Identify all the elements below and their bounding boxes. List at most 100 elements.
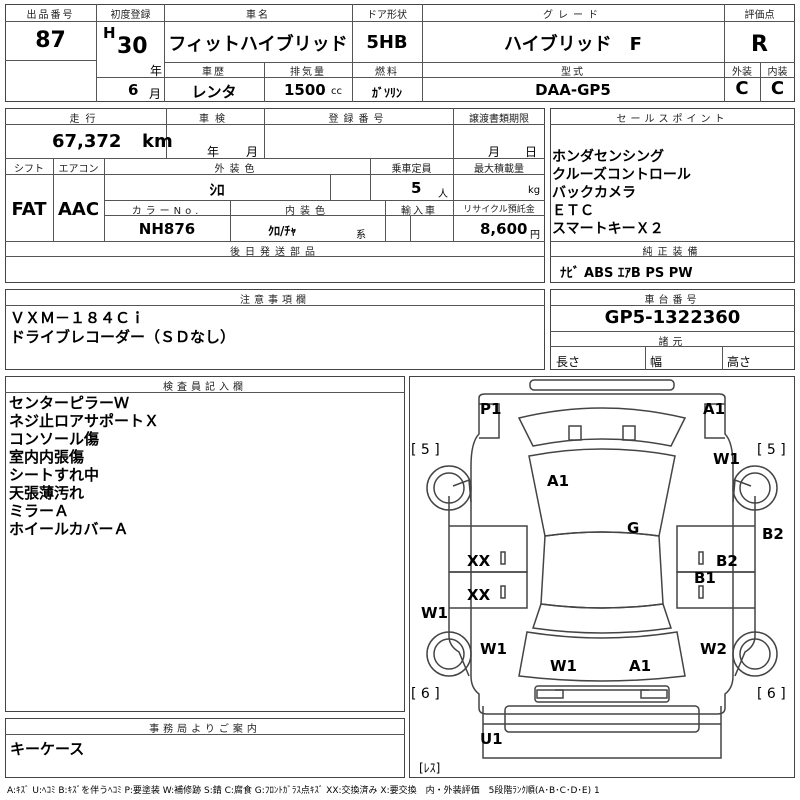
mark-w2-right-rear: W2 — [700, 640, 727, 658]
shift: FAT — [11, 199, 47, 220]
exterior-grade-label: 外装 — [732, 67, 752, 78]
exterior-color: ｼﾛ — [209, 181, 225, 199]
hood — [517, 407, 687, 447]
later-parts-label: 後日発送部品 — [230, 247, 320, 258]
sales-point-item: クルーズコントロール — [552, 167, 691, 183]
mark-w1-left: W1 — [421, 604, 448, 622]
capacity: 5 — [411, 179, 422, 197]
model-code: DAA-GP5 — [535, 81, 611, 99]
mark-xx-left-rear: XX — [467, 586, 491, 604]
sales-point-item: ホンダセンシング — [552, 149, 664, 165]
mark-w1-rear: W1 — [550, 657, 577, 675]
notes-line: ドライブレコーダー（ＳＤなし） — [10, 328, 236, 346]
mark-p1: P1 — [480, 400, 501, 418]
mark-w1-left-rear: W1 — [480, 640, 507, 658]
hatch — [518, 631, 686, 682]
interior-color-label: 内装色 — [285, 206, 330, 217]
month-unit: 月 — [149, 87, 162, 101]
mark-six-left: [ 6 ] — [411, 686, 440, 702]
chassis-number-label: 車台番号 — [644, 295, 701, 306]
chassis-number: GP5-1322360 — [604, 307, 741, 328]
mileage-label: 走行 — [69, 114, 102, 125]
mark-g: G — [627, 519, 639, 537]
sales-point-item: バックカメラ — [552, 185, 636, 201]
notes-label: 注意事項欄 — [240, 295, 310, 306]
notes-text: ＶＸＭ－１８４Ｃｉ ドライブレコーダー（ＳＤなし） — [10, 309, 235, 347]
door-label: ドア形状 — [367, 10, 407, 21]
inspector-line: ネジ止ロアサポートＸ — [9, 412, 160, 430]
color-number-label: カラーNo. — [131, 206, 203, 217]
car-name-label: 車名 — [246, 10, 270, 21]
registration-number-label: 登録番号 — [328, 114, 389, 125]
length-label: 長さ — [556, 355, 581, 369]
recycle-unit: 円 — [530, 230, 540, 241]
mark-five-right: [ 5 ] — [757, 442, 786, 458]
equipment-label: 純正装備 — [642, 247, 703, 258]
import-label: 輸入車 — [401, 206, 437, 217]
door-type: 5HB — [366, 32, 408, 53]
inspection-year: 年 — [207, 145, 220, 159]
interior-color-suffix: 系 — [356, 230, 366, 241]
year-unit: 年 — [150, 64, 163, 78]
sales-points-label: セールスポイント — [616, 114, 729, 125]
inspector-label: 検査員記入欄 — [163, 382, 247, 393]
mark-u1: U1 — [480, 730, 503, 748]
fuel: ｶﾞｿﾘﾝ — [371, 86, 402, 100]
shift-label: シフト — [14, 164, 44, 175]
interior-color: ｸﾛ/ﾁｬ — [268, 224, 297, 238]
exterior-grade: C — [735, 78, 749, 99]
mark-b1: B1 — [694, 569, 716, 587]
transfer-month: 月 — [488, 145, 501, 159]
sales-point-item: スマートキーＸ２ — [552, 221, 664, 237]
sales-point-item: ＥＴＣ — [552, 203, 594, 219]
rear-panel — [504, 705, 700, 733]
car-name: フィットハイブリッド — [168, 34, 348, 55]
reg-month: 6 — [128, 81, 139, 99]
displacement-label: 排気量 — [290, 67, 326, 78]
lot-number: 87 — [35, 28, 66, 53]
reg-year: 30 — [117, 34, 148, 59]
mark-five-left: [ 5 ] — [411, 442, 440, 458]
height-label: 高さ — [727, 355, 752, 369]
windshield — [528, 448, 676, 537]
hood-vent-left — [568, 425, 582, 441]
capacity-label: 乗車定員 — [391, 164, 432, 175]
mark-a1-front: A1 — [703, 400, 725, 418]
interior-grade: C — [770, 78, 785, 99]
grade: ハイブリッド F — [504, 34, 642, 55]
mark-b2: B2 — [716, 552, 738, 570]
car-diagram: P1 A1 W1 A1 G B2 XX XX B2 B1 W1 W1 W1 A1… — [411, 379, 786, 775]
mark-six-right: [ 6 ] — [757, 686, 786, 702]
left-side-body — [448, 496, 470, 677]
lot-number-label: 出品番号 — [26, 10, 75, 21]
mark-b2-right: B2 — [762, 525, 784, 543]
rear-lamp-left — [536, 689, 564, 699]
left-front-handle — [500, 551, 506, 565]
aircon-label: エアコン — [58, 164, 99, 175]
body-outline — [470, 393, 734, 715]
right-front-handle — [698, 551, 704, 565]
displacement-unit: cc — [331, 86, 342, 97]
capacity-unit: 人 — [438, 189, 448, 200]
mileage-unit: km — [142, 131, 173, 152]
office-label: 事務局よりご案内 — [149, 724, 261, 735]
right-rear-handle — [698, 585, 704, 599]
front-bumper — [529, 379, 675, 391]
mark-a1-rear: A1 — [629, 657, 651, 675]
inspector-notes: センターピラーＷ ネジ止ロアサポートＸ コンソール傷 室内内張傷 シートすれ中 … — [9, 394, 159, 538]
inspection-month: 月 — [246, 145, 259, 159]
history: レンタ — [191, 83, 237, 101]
roof — [540, 531, 664, 609]
equipment-list: ﾅﾋﾞ ABS ｴｱB PS PW — [560, 266, 693, 281]
inspector-line: 天張薄汚れ — [9, 484, 85, 502]
inspector-line: シートすれ中 — [9, 466, 100, 484]
score-label: 評価点 — [744, 10, 775, 21]
office-note: キーケース — [10, 740, 85, 758]
displacement: 1500 — [284, 81, 326, 99]
sales-points-list: ホンダセンシング クルーズコントロール バックカメラ ＥＴＣ スマートキーＸ２ — [552, 148, 691, 238]
era: H — [103, 24, 116, 42]
inspector-line: コンソール傷 — [9, 430, 100, 448]
history-label: 車歴 — [202, 67, 226, 78]
max-load-label: 最大積載量 — [474, 164, 524, 175]
mileage: 67,372 — [52, 131, 122, 152]
